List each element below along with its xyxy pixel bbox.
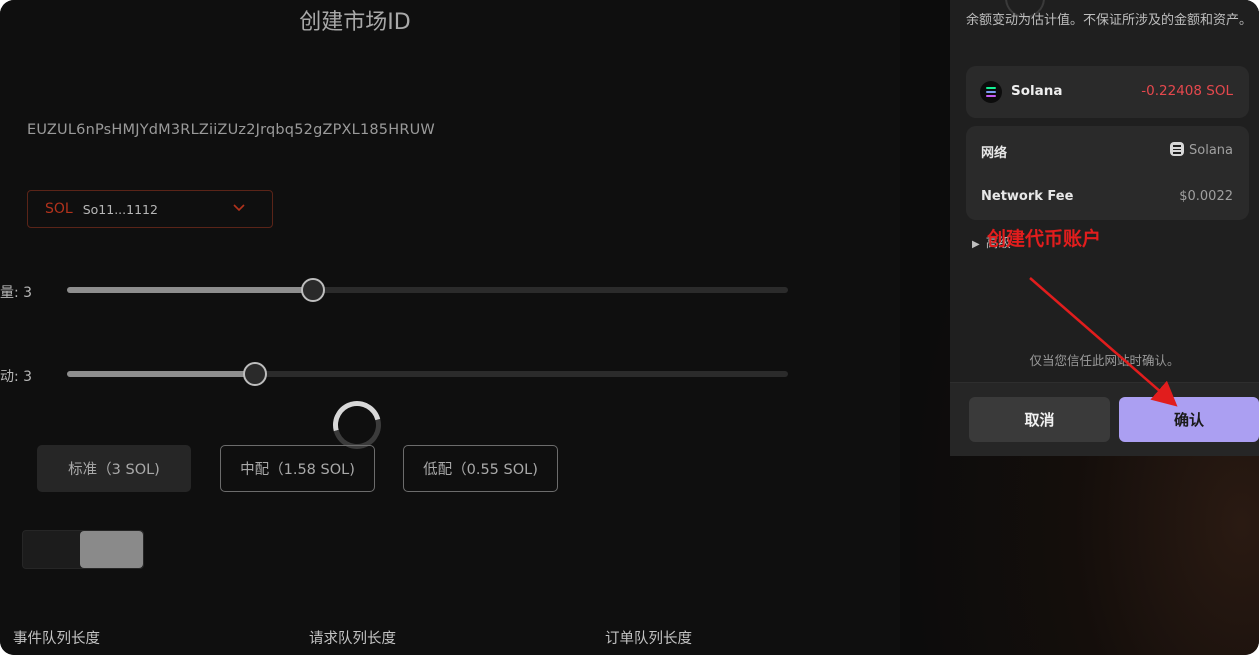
network-fee-label: Network Fee <box>981 189 1074 204</box>
market-id-text: EUZUL6nPsHMJYdM3RLZiiZUz2Jrqbq52gZPXL185… <box>27 122 435 138</box>
popup-footer: 取消 确认 <box>950 382 1259 456</box>
annotation-text: 创建代币账户 <box>987 228 1102 250</box>
token-select[interactable]: SOL So11...1112 <box>27 190 273 228</box>
option-mid-button[interactable]: 中配（1.58 SOL) <box>220 445 375 492</box>
chevron-down-icon <box>233 204 245 212</box>
screen: 创建市场ID EUZUL6nPsHMJYdM3RLZiiZUz2Jrqbq52g… <box>0 0 1259 655</box>
page-title: 创建市场ID <box>299 10 411 35</box>
asset-name: Solana <box>1011 83 1063 99</box>
option-low-button[interactable]: 低配（0.55 SOL) <box>403 445 558 492</box>
token-symbol: SOL <box>45 201 73 217</box>
slider-2-fill <box>67 371 255 377</box>
toggle-knob <box>80 531 143 568</box>
network-fee-value: $0.0022 <box>1179 189 1233 204</box>
network-icon <box>1170 142 1184 156</box>
slider-2-thumb[interactable] <box>243 362 268 386</box>
request-queue-label: 请求队列长度 <box>309 631 396 647</box>
trust-note: 仅当您信任此网站时确认。 <box>1029 353 1180 368</box>
confirm-button[interactable]: 确认 <box>1119 397 1259 442</box>
advanced-toggle[interactable] <box>22 530 144 569</box>
slider-label-1: 量: 3 <box>0 285 33 301</box>
asset-change-amount: -0.22408 SOL <box>1141 83 1233 99</box>
slider-2[interactable] <box>67 362 788 386</box>
cancel-button[interactable]: 取消 <box>969 397 1110 442</box>
solana-logo-icon <box>980 81 1002 103</box>
slider-label-2: 动: 3 <box>0 369 33 385</box>
caret-right-icon: ▶ <box>972 239 980 250</box>
network-value: Solana <box>1170 142 1233 158</box>
slider-1[interactable] <box>67 278 788 302</box>
option-standard-button[interactable]: 标准（3 SOL) <box>37 445 191 492</box>
asset-change-card: Solana -0.22408 SOL <box>966 66 1249 118</box>
slider-1-thumb[interactable] <box>301 278 326 302</box>
network-label: 网络 <box>981 146 1008 161</box>
slider-1-fill <box>67 287 313 293</box>
event-queue-label: 事件队列长度 <box>13 631 100 647</box>
create-market-page: 创建市场ID EUZUL6nPsHMJYdM3RLZiiZUz2Jrqbq52g… <box>0 0 900 655</box>
tx-details-card: 网络 Solana Network Fee $0.0022 <box>966 126 1249 220</box>
order-queue-label: 订单队列长度 <box>605 631 692 647</box>
network-value-text: Solana <box>1189 143 1233 158</box>
balance-notice: 余额变动为估计值。不保证所涉及的金额和资产。 <box>966 13 1253 28</box>
token-address: So11...1112 <box>82 201 158 217</box>
